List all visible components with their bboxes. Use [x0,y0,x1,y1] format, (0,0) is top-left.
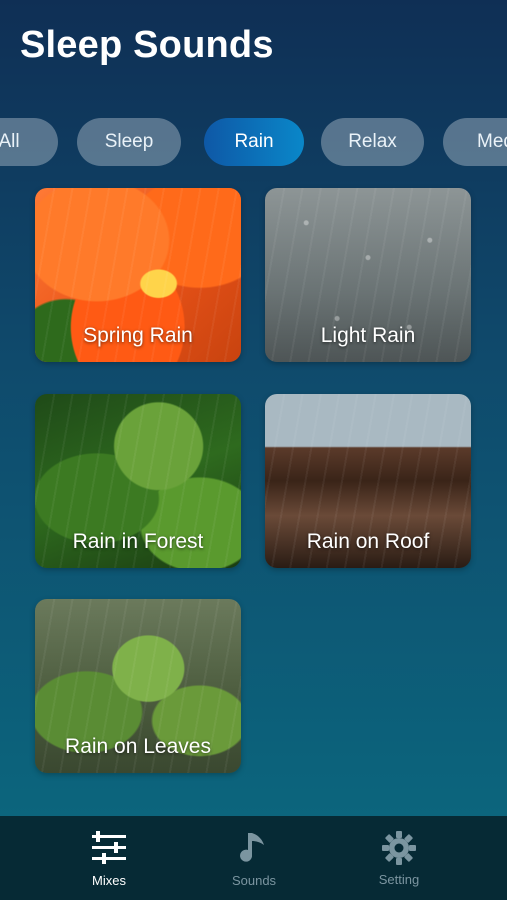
filter-chip-meditation[interactable]: Med [443,118,507,166]
sound-card-rain-on-leaves[interactable]: Rain on Leaves [35,599,241,773]
page-title: Sleep Sounds [20,24,274,66]
nav-item-sounds[interactable]: Sounds [184,816,324,900]
sound-card-spring-rain[interactable]: Spring Rain [35,188,241,362]
nav-label: Sounds [231,872,277,888]
filter-chip-rain[interactable]: Rain [204,118,304,166]
filter-chip-relax[interactable]: Relax [321,118,424,166]
sound-card-label: Spring Rain [83,324,193,347]
music-note-icon [240,832,264,862]
filter-chip-sleep[interactable]: Sleep [77,118,181,166]
sound-card-label: Rain on Roof [306,530,430,553]
nav-label: Setting [378,871,420,887]
sound-card-label: Rain on Leaves [65,735,211,758]
sound-card-label: Light Rain [320,324,416,347]
nav-item-setting[interactable]: Setting [329,816,469,900]
sound-card-rain-in-forest[interactable]: Rain in Forest [35,394,241,568]
bottom-navigation: Mixes Sounds Setting [0,816,507,900]
category-filter-bar: All Sleep Rain Relax Med [0,118,507,166]
gear-icon [382,830,416,865]
sound-card-rain-on-roof[interactable]: Rain on Roof [265,394,471,568]
sound-card-light-rain[interactable]: Light Rain [265,188,471,362]
app-screen: Sleep Sounds All Sleep Rain Relax Med Sp… [0,0,507,900]
sound-card-label: Rain in Forest [72,530,204,553]
nav-label: Mixes [92,872,126,888]
sliders-icon [92,830,126,864]
nav-item-mixes[interactable]: Mixes [39,816,179,900]
filter-chip-all[interactable]: All [0,118,58,166]
